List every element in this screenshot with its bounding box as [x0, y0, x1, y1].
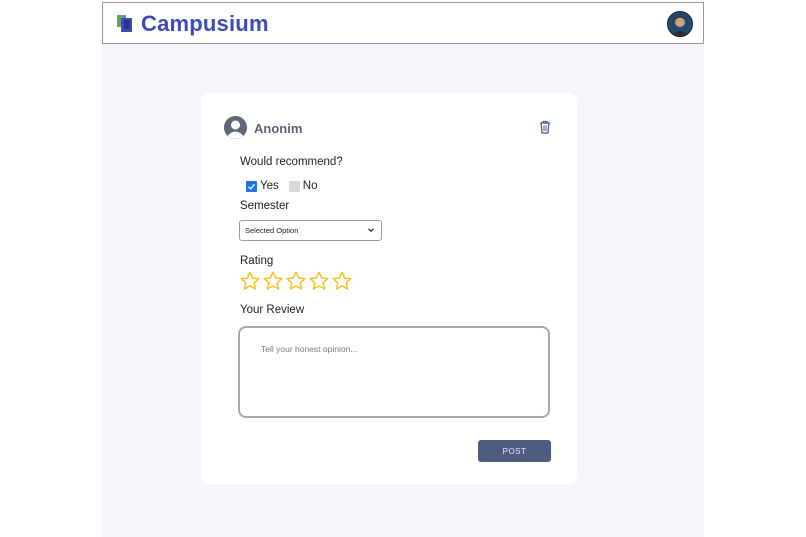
recommend-question: Would recommend? — [240, 156, 343, 168]
post-button[interactable]: POST — [478, 440, 551, 462]
author-name: Anonim — [254, 121, 303, 136]
trash-icon[interactable] — [539, 120, 551, 134]
top-navbar: Campusium — [102, 2, 704, 44]
recommend-no-checkbox[interactable] — [288, 180, 300, 192]
rating-label: Rating — [240, 255, 274, 267]
recommend-yes-checkbox[interactable] — [246, 180, 257, 192]
user-silhouette-icon — [224, 116, 247, 139]
review-placeholder: Tell your honest opinion... — [261, 344, 358, 354]
star-icon[interactable] — [331, 270, 353, 292]
star-icon[interactable] — [308, 270, 330, 292]
chevron-down-icon — [368, 228, 374, 233]
brand[interactable]: Campusium — [115, 11, 269, 37]
star-icon[interactable] — [239, 270, 261, 292]
book-stack-logo-icon — [117, 15, 132, 32]
star-rating — [239, 270, 354, 292]
review-textarea[interactable]: Tell your honest opinion... — [238, 326, 550, 418]
user-avatar[interactable] — [667, 11, 693, 37]
star-icon[interactable] — [285, 270, 307, 292]
recommend-options: Yes No — [246, 180, 327, 192]
user-photo-icon — [668, 12, 692, 36]
author-avatar — [224, 116, 247, 139]
recommend-yes-label: Yes — [260, 180, 279, 192]
brand-name: Campusium — [141, 11, 269, 36]
review-label: Your Review — [240, 304, 305, 316]
semester-selected-value: Selected Option — [245, 226, 299, 235]
recommend-no-label: No — [302, 180, 318, 192]
checkmark-icon — [248, 183, 256, 190]
semester-label: Semester — [240, 200, 290, 212]
semester-select[interactable]: Selected Option — [239, 220, 382, 241]
star-icon[interactable] — [262, 270, 284, 292]
review-card: Anonim Would recommend? Yes No Semester … — [201, 93, 577, 484]
